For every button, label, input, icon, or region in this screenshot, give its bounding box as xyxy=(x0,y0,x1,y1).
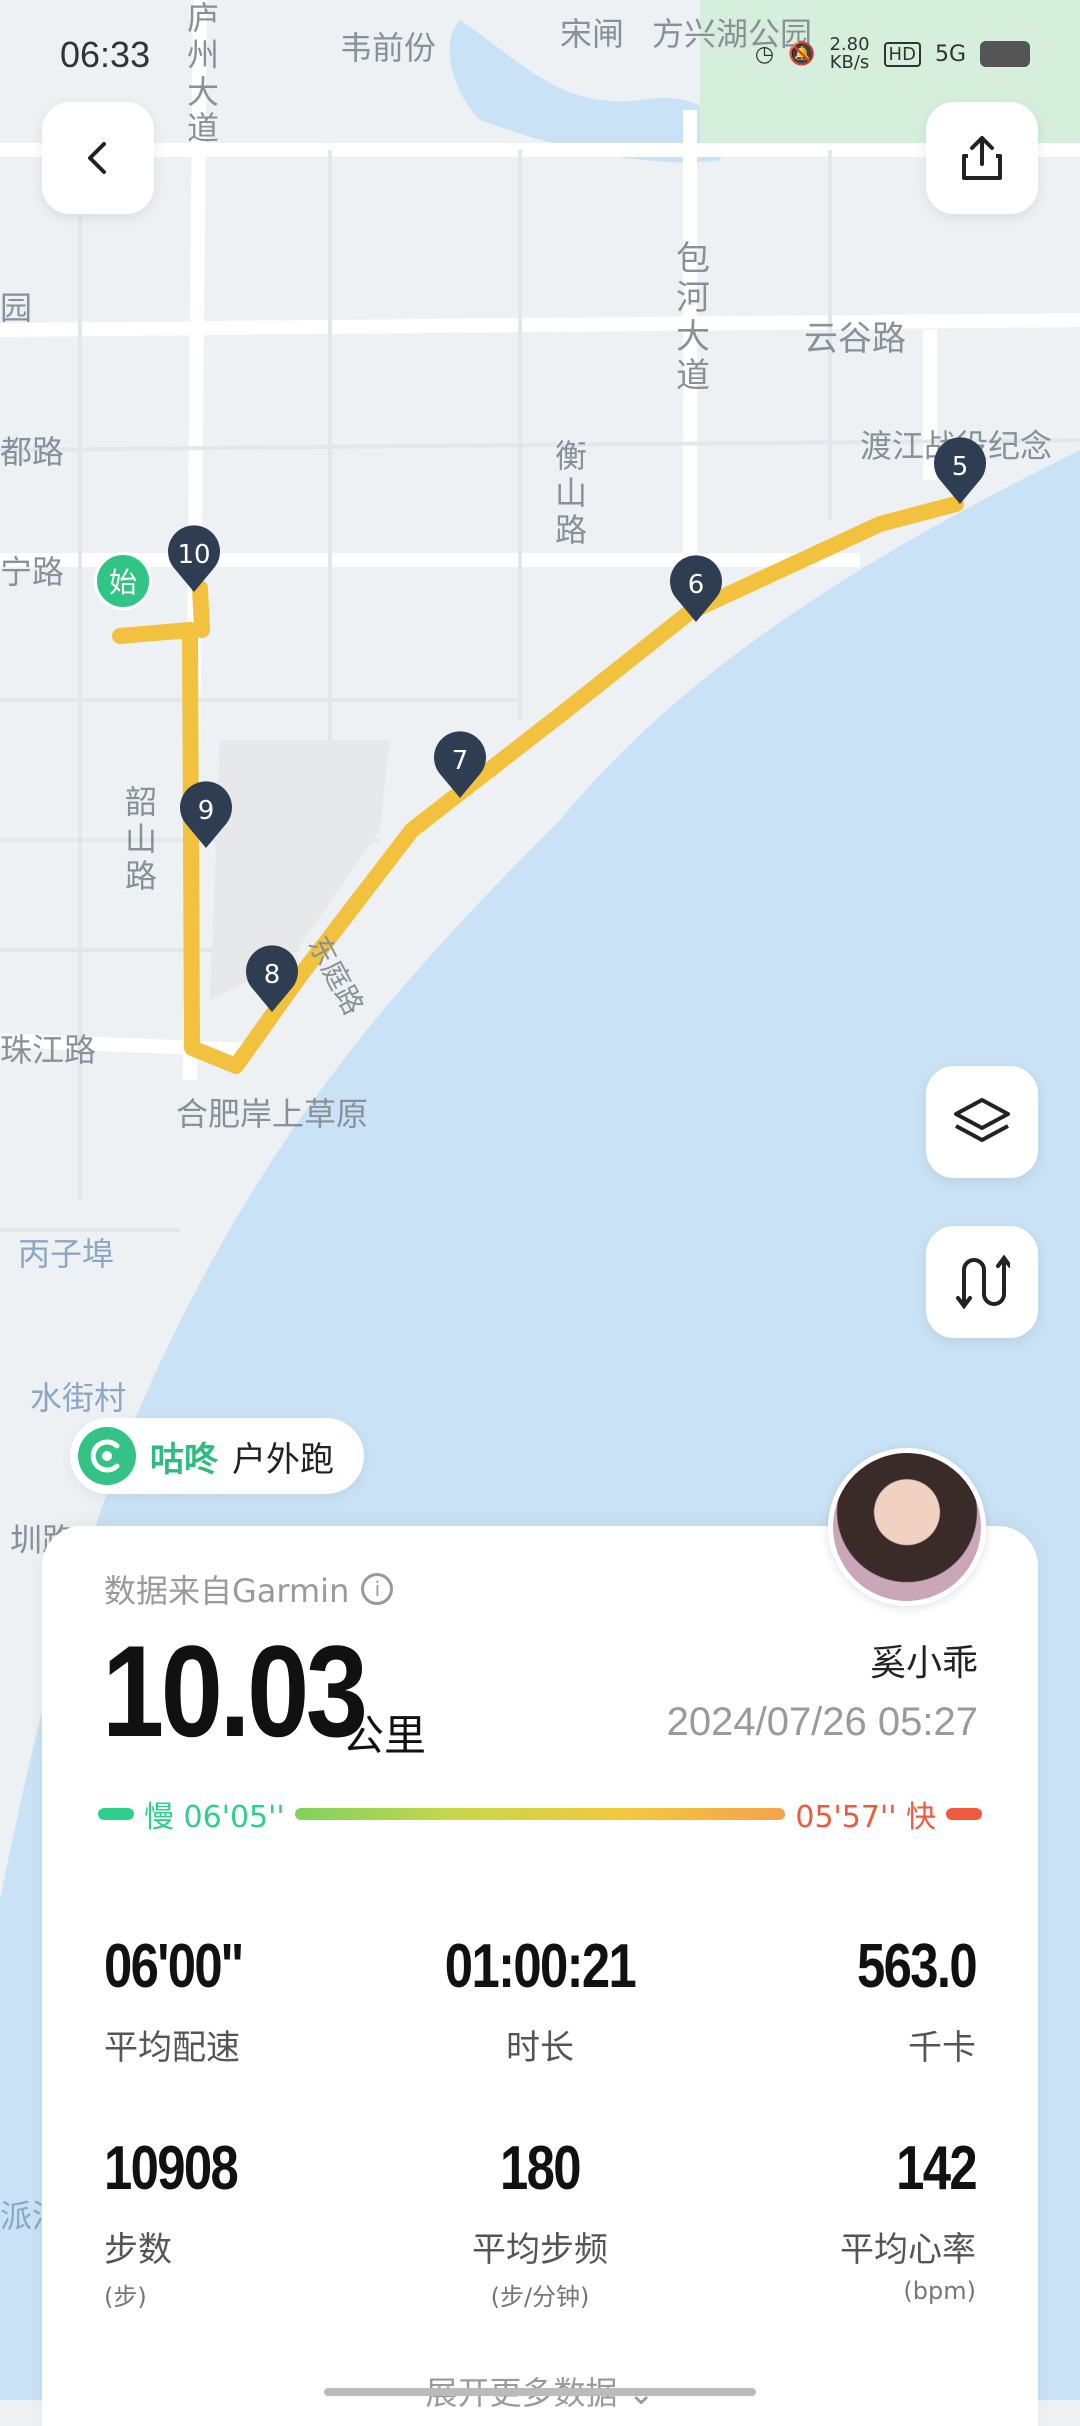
stat-steps: 10908 步数 (步) xyxy=(104,2134,239,2312)
map-label: 水街村 xyxy=(30,1379,127,1417)
activity-type: 户外跑 xyxy=(232,1439,334,1480)
hd-badge: HD xyxy=(883,41,921,67)
codoon-logo-icon xyxy=(78,1427,136,1485)
map-label: 园 xyxy=(0,289,33,327)
summary-card: 数据来自Garmin i 10.03 公里 奚小乖 2024/07/26 05:… xyxy=(42,1526,1038,2426)
data-source: 数据来自Garmin i xyxy=(104,1566,394,1612)
km-marker[interactable]: 9 xyxy=(178,780,234,854)
stat-calories: 563.0 千卡 xyxy=(856,1932,978,2069)
activity-datetime: 2024/07/26 05:27 xyxy=(666,1700,978,1744)
km-marker[interactable]: 8 xyxy=(244,944,300,1018)
share-button[interactable] xyxy=(926,102,1038,214)
route-toggle-icon xyxy=(956,1254,1010,1310)
stat-cadence: 180 平均步频 (步/分钟) xyxy=(472,2134,608,2312)
map-label: 都路 xyxy=(0,433,65,471)
signal-icon: 5G xyxy=(934,41,966,67)
map-label: 合肥岸上草原 xyxy=(176,1095,369,1133)
distance-unit: 公里 xyxy=(342,1711,427,1760)
app-brand-pill: 咕咚 户外跑 xyxy=(70,1418,364,1494)
route-toggle-button[interactable] xyxy=(926,1226,1038,1338)
info-icon[interactable]: i xyxy=(361,1573,394,1605)
map-label: 包河大道 xyxy=(676,239,710,397)
stat-heart-rate: 142 平均心率 (bpm) xyxy=(840,2134,978,2306)
km-marker[interactable]: 6 xyxy=(668,554,724,628)
status-icons: ◷ 🔕 2.80 KB/s HD 5G xyxy=(755,36,1030,72)
map-layers-button[interactable] xyxy=(926,1066,1038,1178)
status-bar: 06:33 ◷ 🔕 2.80 KB/s HD 5G xyxy=(0,0,1080,110)
distance-value: 10.03 xyxy=(102,1618,368,1764)
share-icon xyxy=(962,136,1002,180)
km-marker[interactable]: 5 xyxy=(932,436,988,510)
map-label: 宁路 xyxy=(0,553,65,591)
map-label: 衡山路 xyxy=(554,437,587,549)
slow-dot xyxy=(98,1808,134,1820)
brand-name: 咕咚 xyxy=(150,1439,218,1480)
map-label: 韶山路 xyxy=(124,783,157,895)
pace-gradient xyxy=(294,1808,786,1820)
pace-fast: 05'57'' 快 xyxy=(795,1800,936,1835)
stat-avg-pace: 06'00'' 平均配速 xyxy=(104,1932,244,2069)
alarm-icon: ◷ xyxy=(754,41,775,67)
map-label: 丙子埠 xyxy=(18,1235,115,1273)
stat-duration: 01:00:21 时长 xyxy=(444,1932,637,2069)
mute-icon: 🔕 xyxy=(788,41,816,67)
chevron-left-icon xyxy=(88,142,106,174)
battery-icon xyxy=(980,41,1030,67)
km-marker[interactable]: 7 xyxy=(432,730,488,804)
pace-legend: 慢 06'05'' 05'57'' 快 xyxy=(98,1794,982,1835)
km-marker[interactable]: 10 xyxy=(166,524,222,598)
map-label: 珠江路 xyxy=(0,1031,97,1069)
layers-icon xyxy=(954,1098,1010,1142)
net-speed: 2.80 KB/s xyxy=(829,34,870,73)
fast-dot xyxy=(946,1808,982,1820)
avatar[interactable] xyxy=(828,1448,986,1606)
start-marker[interactable]: 始 xyxy=(94,552,152,610)
back-button[interactable] xyxy=(42,102,154,214)
pace-slow: 慢 06'05'' xyxy=(144,1800,285,1835)
user-name: 奚小乖 xyxy=(869,1643,978,1684)
status-time: 06:33 xyxy=(60,34,151,75)
map-label: 云谷路 xyxy=(804,319,906,359)
home-indicator[interactable] xyxy=(324,2388,756,2396)
